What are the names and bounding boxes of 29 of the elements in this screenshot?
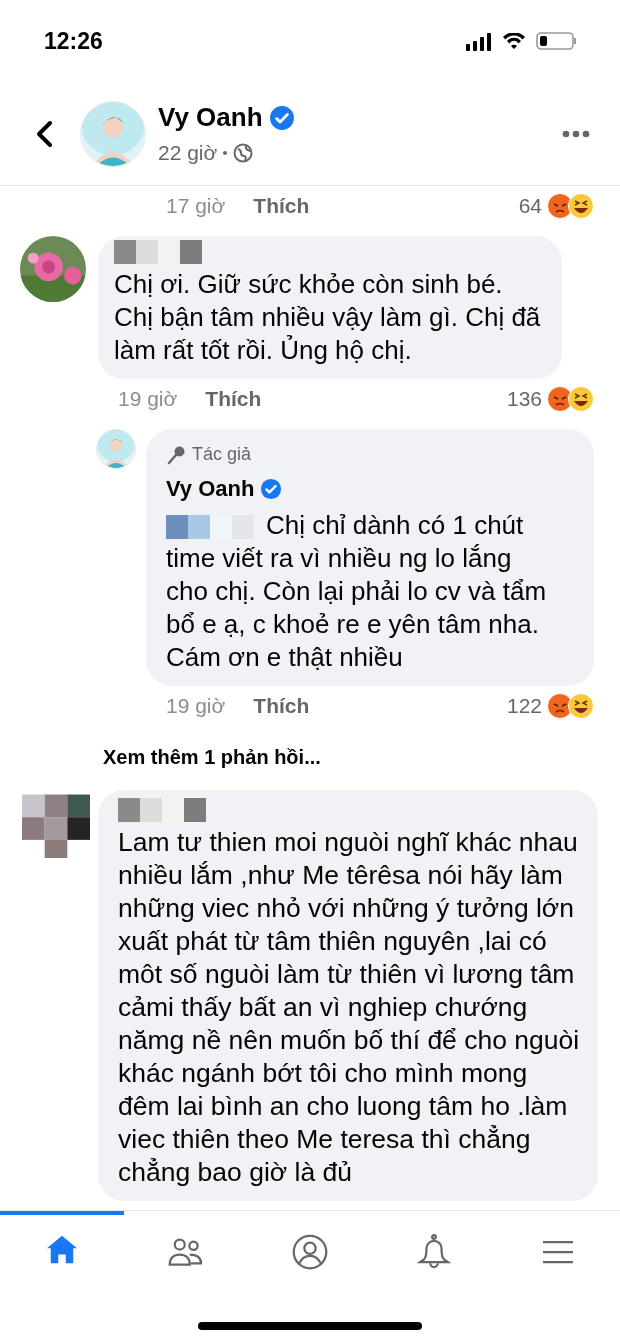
comment-text: Lam tư thien moi nguòi nghĩ khác nhau nhiều lắm ,như Me têrêsa nói hãy làm những viec nhỏ với những ý tưởng lớn xuất phát từ tâm thiên nguyên ,lai có môt số nguòi làm từ thiên vì lương tâm cảmi thấy bất an vì nghiep chướng nămg nề nên muốn bố thí để cho nguòi khác ngánh bớt tôi cho mình mong đêm lai bình an cho luong tâm ho .làm viec thiên theo Me teresa thì chẳng chẳng bao giờ là đủ	[118, 826, 581, 1189]
reply-text: Chị chỉ dành có 1 chút time viết ra vì nhiều ng lo lắng cho chị. Còn lại phải lo cv và tẩm bổ e ạ, c khoẻ re e yên tâm nha. Cám ơn e thật nhiều	[166, 509, 548, 674]
like-button[interactable]: Thích	[253, 190, 310, 222]
globe-icon	[233, 143, 254, 163]
reaction-icons	[546, 192, 596, 220]
reply-author[interactable]: Vy Oanh	[166, 472, 255, 505]
back-icon	[34, 119, 54, 148]
signal-icon	[466, 31, 492, 51]
author-name[interactable]: Vy Oanh	[158, 98, 263, 138]
like-button[interactable]: Thích	[205, 383, 262, 415]
microphone-icon	[166, 444, 186, 465]
status-time: 12:26	[44, 26, 103, 56]
reaction-icons	[546, 385, 596, 413]
like-button[interactable]: Thích	[253, 690, 310, 722]
comment-time: 19 giờ	[166, 693, 226, 720]
comment-time: 19 giờ	[118, 386, 178, 413]
more-icon	[562, 129, 590, 138]
reaction-count: 64	[518, 193, 542, 220]
reaction-count: 122	[506, 693, 542, 720]
comment-time: 17 giờ	[166, 193, 226, 220]
author-label: Tác giả	[192, 443, 252, 466]
reaction-count: 136	[506, 386, 542, 413]
profile-icon	[290, 1232, 330, 1272]
comment-text: Chị ơi. Giữ sức khỏe còn sinh bé. Chị bận tâm nhiều vậy làm gì. Chị đã làm rất tốt rồi. Ủng hộ chị.	[114, 268, 542, 367]
reaction-icons	[546, 692, 596, 720]
view-more-replies-link[interactable]: Xem thêm 1 phản hồi...	[103, 742, 321, 772]
wifi-icon	[502, 32, 526, 50]
battery-icon	[536, 32, 576, 50]
post-time: 22 giờ	[158, 140, 218, 167]
